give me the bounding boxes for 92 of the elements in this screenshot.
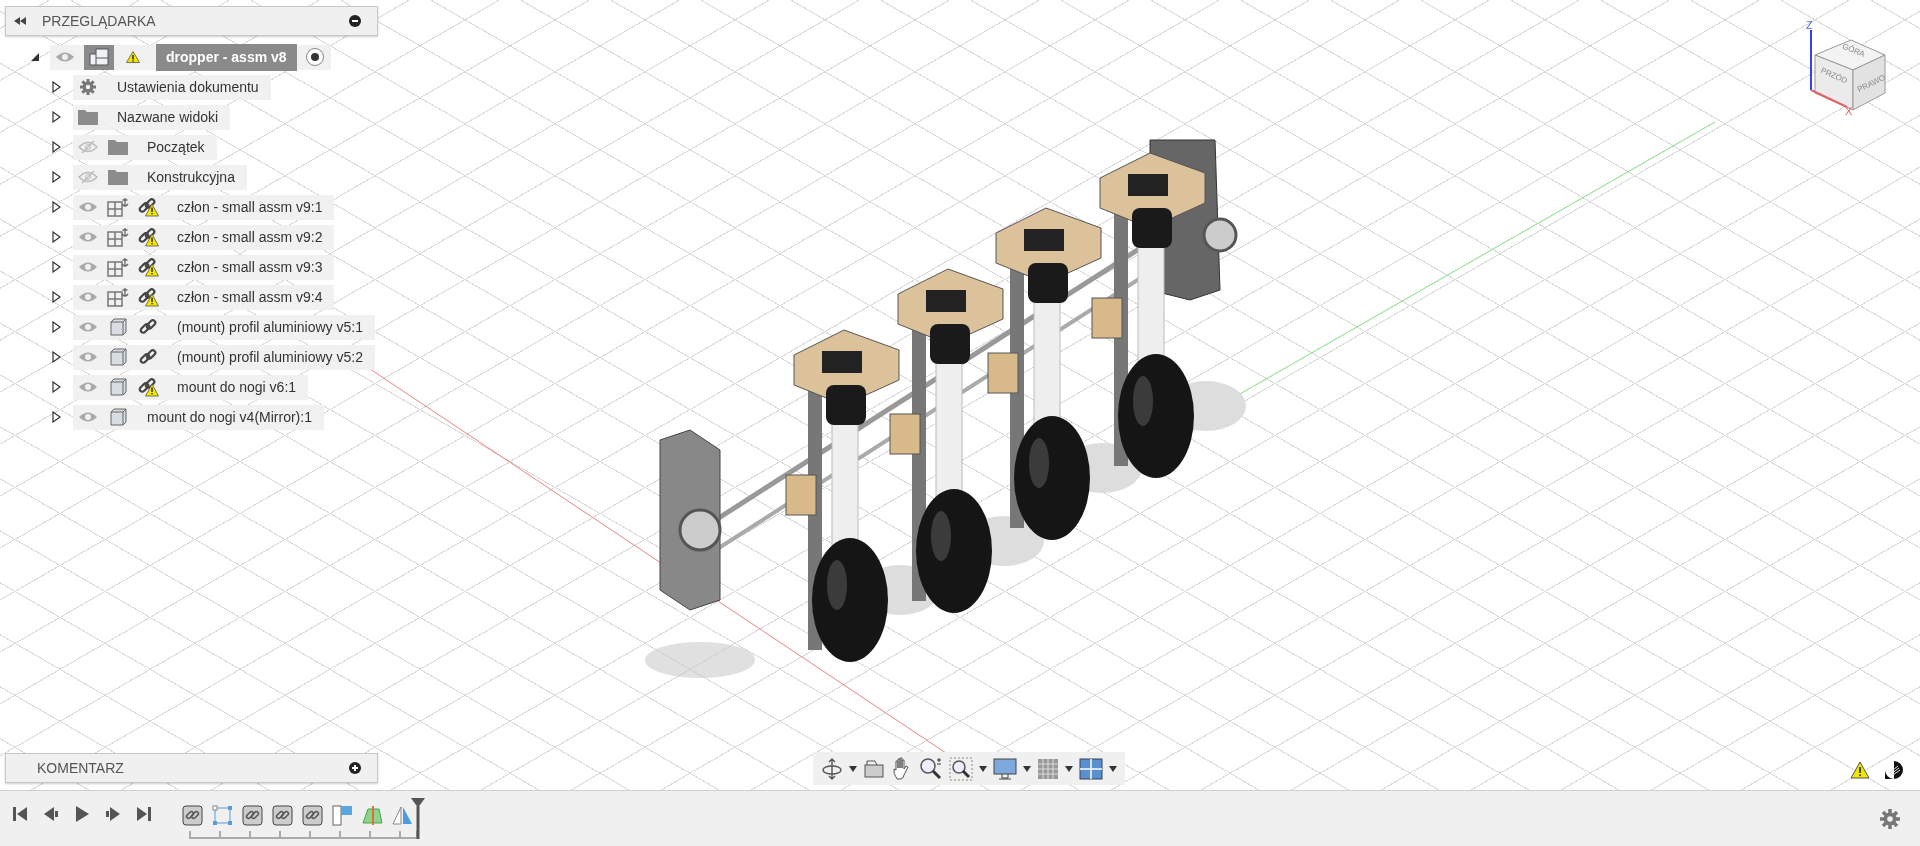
expanded-arrow-icon[interactable] — [30, 52, 40, 62]
item-label: Początek — [146, 137, 206, 157]
joint-icon[interactable] — [242, 805, 263, 826]
tree-item[interactable]: człon - small assm v9:3 — [73, 254, 335, 280]
minimize-icon[interactable] — [349, 15, 361, 27]
split-body-icon[interactable] — [362, 805, 383, 826]
zoom-window-icon[interactable] — [949, 756, 973, 781]
expand-arrow-icon[interactable] — [52, 231, 61, 243]
folder-icon — [108, 139, 128, 155]
item-label: mount do nogi v6:1 — [176, 377, 298, 397]
cube-icon — [109, 318, 127, 336]
tree-item[interactable]: człon - small assm v9:4 — [73, 284, 335, 310]
item-label: człon - small assm v9:3 — [176, 257, 324, 277]
step-back-icon[interactable] — [42, 805, 60, 823]
item-label: człon - small assm v9:4 — [176, 287, 324, 307]
expand-arrow-icon[interactable] — [52, 411, 61, 423]
assembly-icon — [89, 48, 109, 66]
mirror-icon[interactable] — [392, 805, 413, 826]
tree-item[interactable]: mount do nogi v6:1 — [73, 374, 309, 400]
play-icon[interactable] — [74, 805, 90, 823]
comments-title: KOMENTARZ — [36, 758, 125, 778]
skip-to-end-icon[interactable] — [136, 805, 152, 823]
display-monitor-icon[interactable] — [993, 756, 1017, 781]
folder-icon — [78, 109, 98, 125]
folder-icon — [108, 169, 128, 185]
tree-item[interactable]: Konstrukcyjna — [73, 164, 247, 190]
camera-icon[interactable] — [863, 758, 885, 779]
sketch-icon[interactable] — [212, 805, 233, 826]
expand-arrow-icon[interactable] — [52, 141, 61, 153]
collapse-icon[interactable] — [14, 17, 26, 25]
document-name: dropper - assm v8 — [156, 43, 297, 71]
tree-item[interactable]: mount do nogi v4(Mirror):1 — [73, 404, 324, 430]
comment-icon[interactable] — [1884, 760, 1904, 780]
zoom-icon[interactable] — [919, 756, 943, 781]
item-label: Nazwane widoki — [116, 107, 220, 127]
browser-title: PRZEGLĄDARKA — [42, 11, 157, 31]
tree-item[interactable]: (mount) profil aluminiowy v5:2 — [73, 344, 375, 370]
expand-arrow-icon[interactable] — [52, 291, 61, 303]
anchored-component-icon — [107, 197, 129, 217]
step-forward-icon[interactable] — [104, 805, 122, 823]
viewports-icon[interactable] — [1079, 757, 1103, 780]
anchored-component-icon — [107, 227, 129, 247]
tree-item[interactable]: (mount) profil aluminiowy v5:1 — [73, 314, 375, 340]
expand-arrow-icon[interactable] — [52, 171, 61, 183]
item-label: mount do nogi v4(Mirror):1 — [146, 407, 313, 427]
joint-icon[interactable] — [182, 805, 203, 826]
x-axis-line — [1810, 89, 1848, 108]
cube-icon — [109, 378, 127, 396]
dropdown-caret-icon[interactable] — [1065, 765, 1073, 772]
warning-icon — [126, 51, 140, 63]
tree-item[interactable]: Ustawienia dokumentu — [73, 74, 271, 100]
dropdown-caret-icon[interactable] — [1109, 765, 1117, 772]
dropdown-caret-icon[interactable] — [979, 765, 987, 772]
expand-arrow-icon[interactable] — [52, 381, 61, 393]
x-axis-label: X — [1845, 105, 1853, 115]
anchored-component-icon — [107, 257, 129, 277]
expand-arrow-icon[interactable] — [52, 201, 61, 213]
cube-icon — [109, 348, 127, 366]
expand-arrow-icon[interactable] — [52, 261, 61, 273]
expand-arrow-icon[interactable] — [52, 81, 61, 93]
z-axis-line — [1810, 29, 1812, 91]
joint-icon[interactable] — [272, 805, 293, 826]
timeline-marker-icon[interactable] — [410, 797, 426, 839]
model-drawing[interactable] — [645, 139, 1246, 678]
orbit-icon[interactable] — [821, 756, 843, 781]
tree-item[interactable]: Nazwane widoki — [73, 104, 231, 130]
joint-icon[interactable] — [302, 805, 323, 826]
item-label: człon - small assm v9:1 — [176, 197, 324, 217]
item-label: (mount) profil aluminiowy v5:2 — [176, 347, 364, 367]
dropdown-caret-icon[interactable] — [849, 765, 857, 772]
dropdown-caret-icon[interactable] — [1023, 765, 1031, 772]
expand-arrow-icon[interactable] — [52, 321, 61, 333]
settings-icon[interactable] — [1880, 809, 1900, 829]
warning-icon[interactable] — [1850, 761, 1870, 779]
item-label: człon - small assm v9:2 — [176, 227, 324, 247]
tree-item[interactable]: człon - small assm v9:1 — [73, 194, 335, 220]
expand-arrow-icon[interactable] — [52, 351, 61, 363]
plane-icon[interactable] — [332, 805, 353, 826]
item-label: (mount) profil aluminiowy v5:1 — [176, 317, 364, 337]
top-face-label: GÓRA — [1841, 41, 1867, 59]
skip-to-start-icon[interactable] — [12, 805, 28, 823]
active-radio-icon[interactable] — [304, 47, 325, 67]
anchored-component-icon — [107, 287, 129, 307]
cube-icon — [109, 408, 127, 426]
item-label: Konstrukcyjna — [146, 167, 236, 187]
expand-icon[interactable] — [349, 762, 361, 774]
tree-item[interactable]: człon - small assm v9:2 — [73, 224, 335, 250]
tree-item[interactable]: Początek — [73, 134, 217, 160]
z-axis-label: Z — [1806, 19, 1813, 31]
gear-icon — [80, 79, 96, 95]
expand-arrow-icon[interactable] — [52, 111, 61, 123]
item-label: Ustawienia dokumentu — [116, 77, 260, 97]
